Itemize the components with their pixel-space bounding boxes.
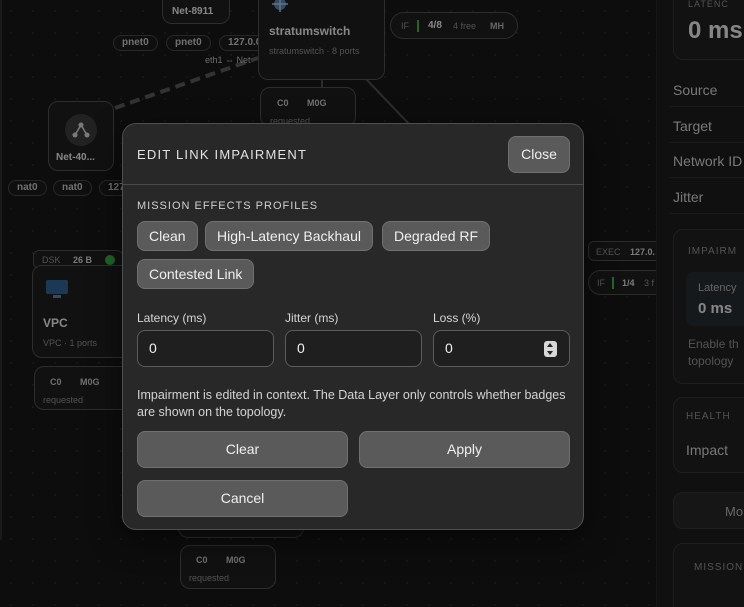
profile-degraded-rf-button[interactable]: Degraded RF xyxy=(382,221,491,251)
latency-field-label: Latency (ms) xyxy=(137,311,207,325)
cancel-button[interactable]: Cancel xyxy=(137,480,348,517)
close-button[interactable]: Close xyxy=(508,136,570,173)
profile-clean-button[interactable]: Clean xyxy=(137,221,198,251)
latency-input[interactable]: 0 xyxy=(137,330,274,367)
dialog-title: EDIT LINK IMPAIRMENT xyxy=(137,147,308,162)
loss-input[interactable]: 0 xyxy=(433,330,570,367)
dialog-header: EDIT LINK IMPAIRMENT Close xyxy=(123,124,583,185)
edit-link-impairment-dialog: EDIT LINK IMPAIRMENT Close MISSION EFFEC… xyxy=(122,123,584,530)
clear-button[interactable]: Clear xyxy=(137,431,348,468)
profiles-section-label: MISSION EFFECTS PROFILES xyxy=(137,200,319,212)
apply-button[interactable]: Apply xyxy=(359,431,570,468)
impairment-note: Impairment is edited in context. The Dat… xyxy=(137,388,566,419)
number-stepper-icon[interactable] xyxy=(544,341,557,357)
profile-contested-link-button[interactable]: Contested Link xyxy=(137,259,255,289)
loss-field-label: Loss (%) xyxy=(433,311,481,325)
profile-high-latency-backhaul-button[interactable]: High-Latency Backhaul xyxy=(205,221,373,251)
loss-input-value: 0 xyxy=(445,340,453,356)
jitter-field-label: Jitter (ms) xyxy=(285,311,339,325)
jitter-input[interactable]: 0 xyxy=(285,330,422,367)
